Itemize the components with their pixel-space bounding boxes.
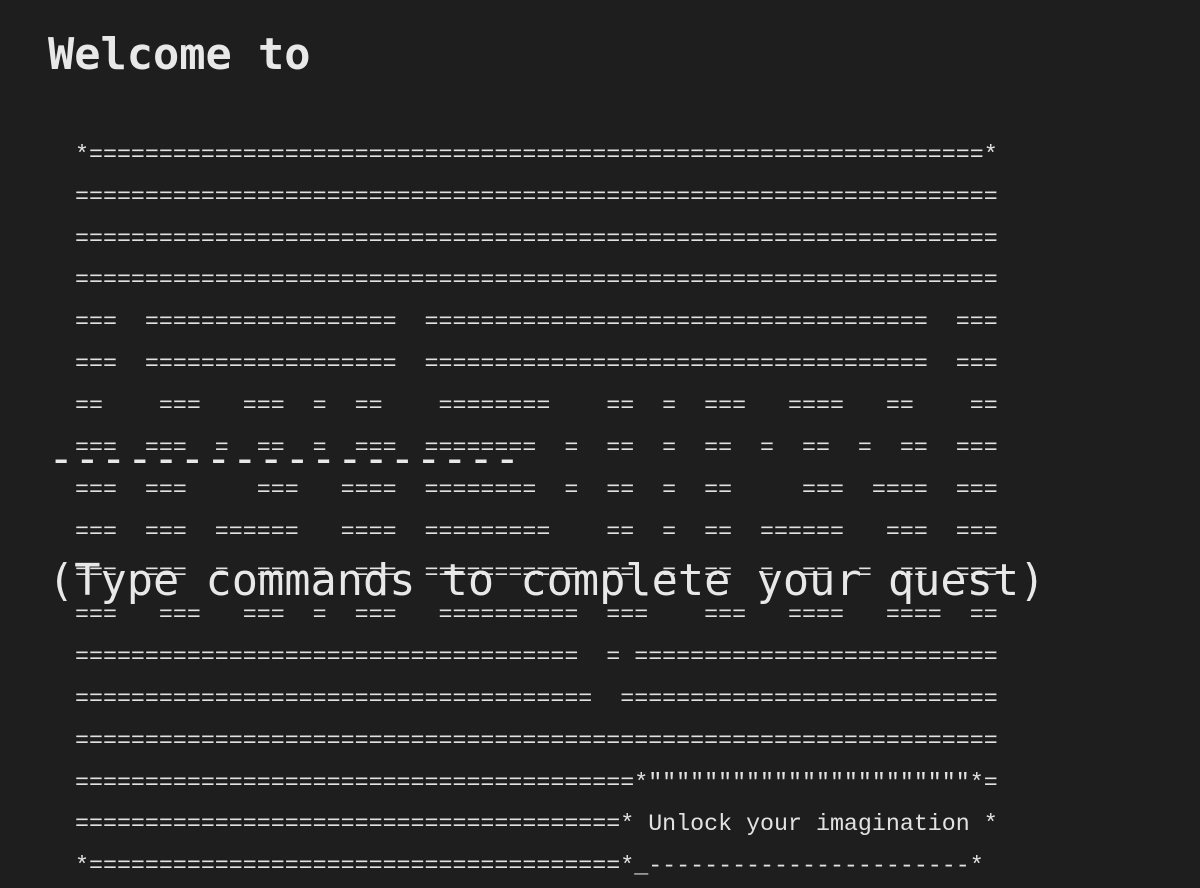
instruction-text: (Type commands to complete your quest) xyxy=(48,556,1046,606)
ascii-row: == === === = == ======== == = === ==== =… xyxy=(75,392,998,419)
divider-line: ------------------ xyxy=(48,434,521,484)
ascii-row: *=======================================… xyxy=(75,141,998,168)
ascii-tagline-row: =======================================*… xyxy=(75,813,998,836)
ascii-row: ========================================… xyxy=(75,267,998,294)
ascii-row: ========================================… xyxy=(75,769,998,796)
ascii-row: ========================================… xyxy=(75,225,998,252)
ascii-row: === ================== =================… xyxy=(75,309,998,336)
ascii-fill: =======================================* xyxy=(75,811,649,838)
ascii-row: *======================================*… xyxy=(75,853,984,880)
ascii-row: === === ====== ==== ========= == = == ==… xyxy=(75,518,998,545)
ascii-row: === ================== =================… xyxy=(75,351,998,378)
welcome-heading: Welcome to xyxy=(48,30,311,80)
ascii-row: ========================================… xyxy=(75,727,998,754)
ascii-row: === === === ==== ======== = == = == === … xyxy=(75,476,998,503)
ascii-row: ==================================== = =… xyxy=(75,644,998,671)
ascii-row: === === === = === ========== === === ===… xyxy=(75,602,998,629)
tagline: Unlock your imagination xyxy=(648,811,970,838)
ascii-fill: * xyxy=(969,811,998,838)
ascii-row: ========================================… xyxy=(75,183,998,210)
text-quest-ascii-logo: *=======================================… xyxy=(75,121,998,888)
ascii-row: ===================================== ==… xyxy=(75,685,998,712)
